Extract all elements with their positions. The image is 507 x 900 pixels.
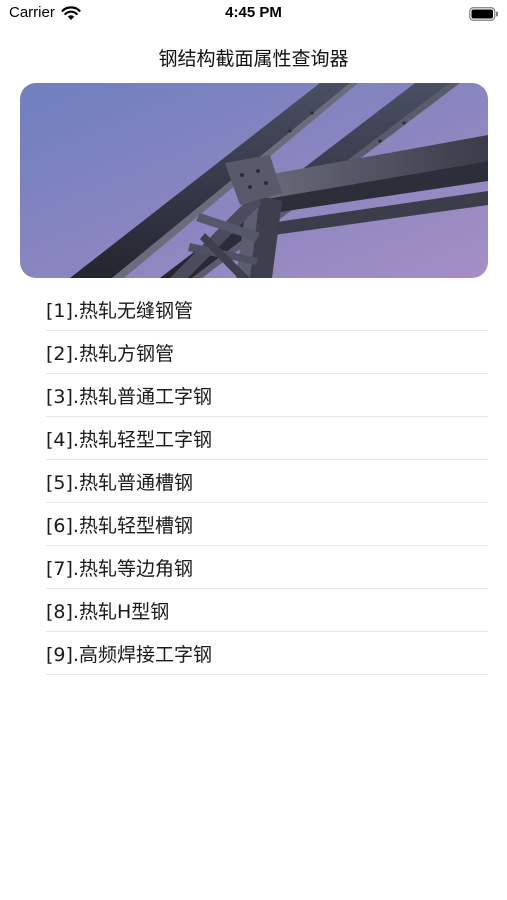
section-type-list: [1].热轧无缝钢管 [2].热轧方钢管 [3].热轧普通工字钢 [4].热轧轻… — [46, 288, 488, 675]
list-item-label: [3].热轧普通工字钢 — [46, 385, 212, 408]
page-title: 钢结构截面属性查询器 — [158, 48, 349, 70]
battery-icon — [469, 7, 498, 21]
status-bar: Carrier 4:45 PM — [0, 0, 507, 30]
list-item-label: [9].高频焊接工字钢 — [46, 643, 212, 666]
list-item[interactable]: [5].热轧普通槽钢 — [46, 460, 488, 503]
list-item-label: [6].热轧轻型槽钢 — [46, 514, 193, 537]
list-item-label: [1].热轧无缝钢管 — [46, 299, 193, 322]
list-item[interactable]: [2].热轧方钢管 — [46, 331, 488, 374]
banner-image — [20, 83, 488, 278]
list-item-label: [7].热轧等边角钢 — [46, 557, 193, 580]
list-item[interactable]: [6].热轧轻型槽钢 — [46, 503, 488, 546]
list-item-label: [5].热轧普通槽钢 — [46, 471, 193, 494]
steel-beam-photo-icon — [20, 83, 488, 278]
status-time: 4:45 PM — [225, 4, 282, 21]
list-item[interactable]: [8].热轧H型钢 — [46, 589, 488, 632]
list-item[interactable]: [9].高频焊接工字钢 — [46, 632, 488, 675]
app-screen: Carrier 4:45 PM 钢结构截面属性查询器 [1].热轧无缝钢管 [2… — [0, 0, 507, 900]
list-item[interactable]: [4].热轧轻型工字钢 — [46, 417, 488, 460]
list-item[interactable]: [7].热轧等边角钢 — [46, 546, 488, 589]
list-item[interactable]: [3].热轧普通工字钢 — [46, 374, 488, 417]
list-item[interactable]: [1].热轧无缝钢管 — [46, 288, 488, 331]
list-item-label: [4].热轧轻型工字钢 — [46, 428, 212, 451]
list-item-label: [2].热轧方钢管 — [46, 342, 174, 365]
list-item-label: [8].热轧H型钢 — [46, 600, 170, 623]
